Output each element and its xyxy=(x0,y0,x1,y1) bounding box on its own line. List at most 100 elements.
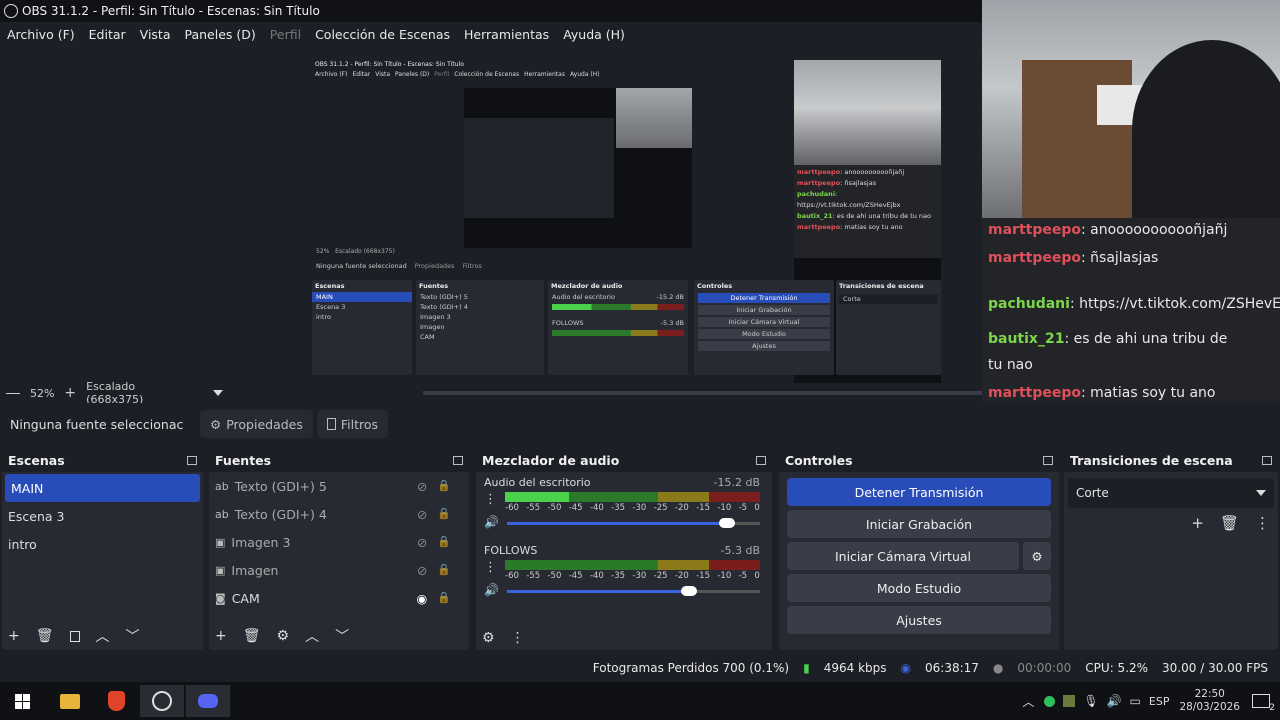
menu-paneles[interactable]: Paneles (D) xyxy=(178,27,263,42)
chevron-up-icon[interactable]: ︿ xyxy=(1022,693,1034,710)
microphone-icon[interactable]: 🎙 xyxy=(1083,694,1098,708)
slider-knob[interactable] xyxy=(680,586,697,596)
move-down-icon[interactable]: ﹀ xyxy=(335,626,349,646)
virtual-camera-button[interactable]: Iniciar Cámara Virtual xyxy=(787,542,1019,570)
preview-canvas[interactable]: OBS 31.1.2 - Perfil: Sin Título - Escena… xyxy=(312,60,941,383)
eye-slash-icon[interactable]: ⊘ xyxy=(417,507,427,522)
transition-select[interactable]: Corte xyxy=(1068,478,1274,508)
lock-icon[interactable]: 🔒 xyxy=(437,535,451,550)
move-up-icon[interactable]: ︿ xyxy=(96,626,110,646)
chat-text: : ñsajlasjas xyxy=(1080,250,1159,266)
source-label: Imagen 3 xyxy=(231,534,291,550)
source-label: Texto (GDI+) 5 xyxy=(234,478,327,494)
more-options-icon[interactable]: ⋮ xyxy=(511,630,525,646)
file-explorer-icon[interactable] xyxy=(48,685,92,717)
scene-item[interactable]: MAIN xyxy=(5,474,200,502)
eye-icon[interactable]: ◉ xyxy=(416,591,427,606)
more-options-icon[interactable]: ⋮ xyxy=(484,560,497,575)
nested-chat-user: bautix_21 xyxy=(797,212,833,220)
source-left: ◙ CAM xyxy=(215,591,260,606)
menu-ayuda[interactable]: Ayuda (H) xyxy=(556,27,632,42)
scene-item[interactable]: Escena 3 xyxy=(2,502,203,530)
menu-coleccion[interactable]: Colección de Escenas xyxy=(308,27,457,42)
source-left: ab Texto (GDI+) 4 xyxy=(215,507,327,522)
scale-dropdown-icon[interactable] xyxy=(213,390,224,396)
volume-slider[interactable] xyxy=(506,516,760,530)
notifications-icon[interactable]: 2 xyxy=(1252,694,1275,713)
gear-icon[interactable]: ⚙ xyxy=(1023,542,1051,570)
undock-icon[interactable] xyxy=(756,455,766,465)
menu-perfil[interactable]: Perfil xyxy=(263,27,308,42)
scene-item[interactable]: intro xyxy=(2,530,203,558)
source-item[interactable]: ▣ Imagen 3 ⊘ 🔒 xyxy=(209,528,469,556)
add-transition-button[interactable]: + xyxy=(1191,514,1204,532)
undock-icon[interactable] xyxy=(453,455,463,465)
stop-stream-button[interactable]: Detener Transmisión xyxy=(787,478,1051,506)
lock-icon[interactable]: 🔒 xyxy=(437,563,451,578)
undock-icon[interactable] xyxy=(187,455,197,465)
chevron-down-icon xyxy=(1256,490,1266,496)
add-source-button[interactable]: + xyxy=(215,628,227,644)
trash-icon[interactable]: 🗑 xyxy=(1220,514,1239,532)
status-dot-icon[interactable] xyxy=(1044,695,1056,707)
undock-icon[interactable] xyxy=(1043,455,1053,465)
source-item[interactable]: ab Texto (GDI+) 4 ⊘ 🔒 xyxy=(209,500,469,528)
nested-webcam xyxy=(616,88,692,148)
gear-icon[interactable]: ⚙ xyxy=(482,630,495,646)
volume-slider[interactable] xyxy=(506,584,760,598)
language-indicator[interactable]: ESP xyxy=(1149,695,1170,708)
menu-editar[interactable]: Editar xyxy=(82,27,133,42)
zoom-out-button[interactable] xyxy=(6,392,20,394)
eye-slash-icon[interactable]: ⊘ xyxy=(417,479,427,494)
slider-knob[interactable] xyxy=(718,518,735,528)
zoom-in-button[interactable]: + xyxy=(64,385,76,401)
clock[interactable]: 22:50 28/03/2026 xyxy=(1179,688,1240,714)
nested-menu-item: Colección de Escenas xyxy=(454,71,520,78)
undock-icon[interactable] xyxy=(1262,455,1272,465)
lock-icon[interactable]: 🔒 xyxy=(437,479,451,494)
source-item[interactable]: ◙ CAM ◉ 🔒 xyxy=(209,584,469,612)
transition-value: Corte xyxy=(1076,486,1109,500)
source-item[interactable]: ▣ Imagen ⊘ 🔒 xyxy=(209,556,469,584)
trash-icon[interactable]: 🗑 xyxy=(243,628,261,644)
meter-tick: -10 xyxy=(717,571,732,581)
speaker-icon[interactable]: 🔊 xyxy=(1107,694,1122,708)
mixer-header: Mezclador de audio xyxy=(476,448,772,472)
brave-browser-icon[interactable] xyxy=(94,685,138,717)
menu-archivo[interactable]: Archivo (F) xyxy=(0,27,82,42)
filters-label: Filtros xyxy=(340,416,379,432)
lock-icon[interactable]: 🔒 xyxy=(437,507,451,522)
move-up-icon[interactable]: ︿ xyxy=(305,626,319,646)
more-options-icon[interactable]: ⋮ xyxy=(484,492,497,507)
settings-button[interactable]: Ajustes xyxy=(787,606,1051,634)
menu-vista[interactable]: Vista xyxy=(133,27,178,42)
filters-button[interactable]: Filtros xyxy=(316,410,389,438)
text-icon: ab xyxy=(215,479,229,493)
speaker-icon[interactable]: 🔊 xyxy=(484,583,499,597)
volume-meter xyxy=(505,560,760,570)
nested-controls-title: Controles xyxy=(697,282,733,290)
studio-mode-button[interactable]: Modo Estudio xyxy=(787,574,1051,602)
eye-slash-icon[interactable]: ⊘ xyxy=(417,563,427,578)
meter-ticks: -60 -55 -50 -45 -40 -35 -30 -25 -20 -15 -10 -5 0 xyxy=(505,571,760,581)
discord-icon[interactable] xyxy=(186,685,230,717)
app-tray-icon[interactable] xyxy=(1063,695,1076,707)
menu-herramientas[interactable]: Herramientas xyxy=(457,27,556,42)
properties-button[interactable]: ⚙ Propiedades xyxy=(200,410,313,438)
meter-tick: 0 xyxy=(754,503,760,513)
preview-scrollbar[interactable] xyxy=(423,391,982,395)
filter-icon[interactable] xyxy=(69,630,80,642)
start-recording-button[interactable]: Iniciar Grabación xyxy=(787,510,1051,538)
speaker-icon[interactable]: 🔊 xyxy=(484,515,499,529)
more-options-icon[interactable]: ⋮ xyxy=(1255,514,1270,532)
network-icon[interactable]: ▭ xyxy=(1130,694,1141,708)
source-item[interactable]: ab Texto (GDI+) 5 ⊘ 🔒 xyxy=(209,472,469,500)
eye-slash-icon[interactable]: ⊘ xyxy=(417,535,427,550)
windows-start-icon[interactable] xyxy=(0,685,44,717)
gear-icon[interactable]: ⚙ xyxy=(277,628,290,644)
obs-taskbar-icon[interactable] xyxy=(140,685,184,717)
lock-icon[interactable]: 🔒 xyxy=(437,591,451,606)
add-scene-button[interactable]: + xyxy=(8,628,20,644)
trash-icon[interactable]: 🗑 xyxy=(36,628,54,644)
move-down-icon[interactable]: ﹀ xyxy=(126,626,140,646)
